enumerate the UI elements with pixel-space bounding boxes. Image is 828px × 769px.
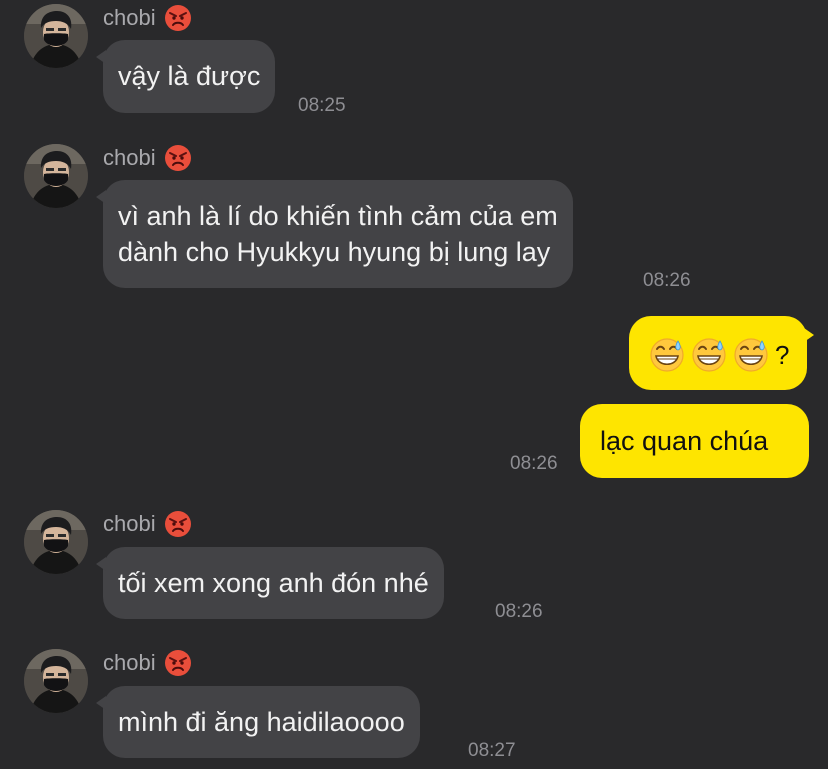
message-bubble[interactable]: tối xem xong anh đón nhé <box>96 547 444 619</box>
message-bubble-outgoing[interactable]: ? <box>629 316 814 390</box>
sender-name-label: chobi <box>103 650 156 675</box>
message-bubble[interactable]: vậy là được <box>95 40 276 113</box>
sender-name: chobi <box>103 649 192 677</box>
sender-name-label: chobi <box>103 5 156 30</box>
sender-name-label: chobi <box>103 145 156 170</box>
sender-name-label: chobi <box>103 511 156 536</box>
avatar[interactable] <box>24 4 88 68</box>
sender-name: chobi <box>103 510 192 538</box>
grinning-sweat-icon <box>649 337 685 373</box>
message-bubble-outgoing[interactable]: lạc quan chúa <box>580 404 809 478</box>
angry-face-icon <box>163 510 192 538</box>
message-text: lạc quan chúa <box>600 426 769 456</box>
message-time: 08:26 <box>643 270 691 291</box>
avatar[interactable] <box>24 144 88 208</box>
message-time: 08:26 <box>495 601 543 622</box>
message-text-line: dành cho Hyukkyu hyung bị lung lay <box>118 237 551 267</box>
sender-name: chobi <box>103 4 192 32</box>
message-time: 08:25 <box>298 95 346 116</box>
avatar[interactable] <box>24 510 88 574</box>
angry-face-icon <box>163 144 192 172</box>
message-text: ? <box>775 339 790 370</box>
grinning-sweat-icon <box>691 337 727 373</box>
avatar[interactable] <box>24 649 88 713</box>
angry-face-icon <box>163 4 192 32</box>
message-bubble[interactable]: mình đi ăng haidilaoooo <box>96 686 420 758</box>
message-text-line: vì anh là lí do khiến tình cảm của em <box>118 201 558 231</box>
message-time: 08:26 <box>510 453 558 474</box>
message-text: vậy là được <box>118 61 261 91</box>
sender-name: chobi <box>103 144 192 172</box>
grinning-sweat-icon <box>733 337 769 373</box>
message-text: mình đi ăng haidilaoooo <box>118 707 405 737</box>
angry-face-icon <box>163 649 192 677</box>
message-bubble[interactable]: vì anh là lí do khiến tình cảm của em dà… <box>96 180 573 288</box>
message-time: 08:27 <box>468 740 516 761</box>
message-text: tối xem xong anh đón nhé <box>118 568 429 598</box>
